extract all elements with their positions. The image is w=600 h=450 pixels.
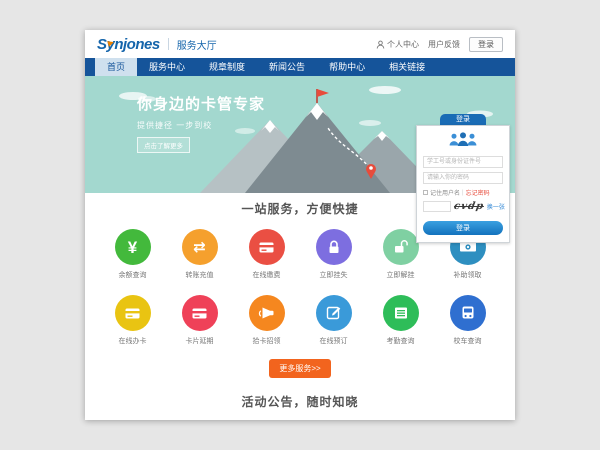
announcements-title: 活动公告，随时知晓 bbox=[85, 393, 515, 410]
service-item-1[interactable]: ⇄ 转账充值 bbox=[166, 229, 233, 280]
service-item-label: 考勤查询 bbox=[367, 336, 434, 346]
service-item-10[interactable]: 考勤查询 bbox=[367, 295, 434, 346]
service-item-11[interactable]: 校车查询 bbox=[434, 295, 501, 346]
service-item-label: 在线预订 bbox=[300, 336, 367, 346]
header-login-button[interactable]: 登录 bbox=[469, 37, 503, 52]
nav-item-0[interactable]: 首页 bbox=[95, 58, 137, 76]
user-feedback-label: 用户反馈 bbox=[428, 39, 460, 50]
service-item-label: 卡片延期 bbox=[166, 336, 233, 346]
hero-banner: 你身边的卡管专家 提供捷径 一步到校 点击了解更多 登录 bbox=[85, 76, 515, 193]
service-item-2[interactable]: 在线缴费 bbox=[233, 229, 300, 280]
lock-icon bbox=[316, 229, 352, 265]
nav: 首页服务中心规章制度新闻公告帮助中心相关链接 bbox=[85, 58, 515, 76]
header-divider bbox=[168, 38, 169, 50]
login-form: 记住用户名 | 忘记密码 cvdp 换一张 登录 bbox=[416, 125, 510, 243]
service-item-8[interactable]: 拾卡招领 bbox=[233, 295, 300, 346]
remember-checkbox[interactable] bbox=[423, 190, 428, 195]
personal-center-label: 个人中心 bbox=[387, 39, 419, 50]
service-item-7[interactable]: 卡片延期 bbox=[166, 295, 233, 346]
logo[interactable]: Synjones bbox=[97, 36, 160, 53]
captcha-row: cvdp 换一张 bbox=[423, 201, 503, 212]
service-item-label: 在线缴费 bbox=[233, 270, 300, 280]
bus-icon bbox=[450, 295, 486, 331]
nav-item-4[interactable]: 帮助中心 bbox=[317, 58, 377, 76]
service-item-label: 余额查询 bbox=[99, 270, 166, 280]
card-icon bbox=[115, 295, 151, 331]
service-item-0[interactable]: ¥ 余额查询 bbox=[99, 229, 166, 280]
hero-subtitle: 提供捷径 一步到校 bbox=[137, 120, 265, 131]
username-input[interactable] bbox=[423, 156, 503, 168]
header: Synjones 服务大厅 个人中心 用户反馈 登录 bbox=[85, 30, 515, 58]
yen-icon: ¥ bbox=[115, 229, 151, 265]
nav-item-5[interactable]: 相关链接 bbox=[377, 58, 437, 76]
logo-text: Synjones bbox=[97, 36, 160, 53]
header-right: 个人中心 用户反馈 登录 bbox=[376, 37, 503, 52]
nav-item-1[interactable]: 服务中心 bbox=[137, 58, 197, 76]
user-feedback-link[interactable]: 用户反馈 bbox=[428, 39, 460, 50]
login-tab[interactable]: 登录 bbox=[440, 114, 486, 125]
login-options-row: 记住用户名 | 忘记密码 bbox=[423, 188, 503, 197]
more-services-button[interactable]: 更多服务>> bbox=[269, 359, 330, 378]
page-canvas: Synjones 服务大厅 个人中心 用户反馈 登录 首页服 bbox=[0, 0, 600, 450]
edit-icon bbox=[316, 295, 352, 331]
captcha-image[interactable]: cvdp bbox=[453, 201, 485, 212]
hero-text: 你身边的卡管专家 提供捷径 一步到校 点击了解更多 bbox=[137, 93, 265, 153]
nav-item-3[interactable]: 新闻公告 bbox=[257, 58, 317, 76]
service-item-label: 在线办卡 bbox=[99, 336, 166, 346]
login-panel: 登录 记住用户名 | 忘记密码 bbox=[416, 114, 510, 243]
page-card: Synjones 服务大厅 个人中心 用户反馈 登录 首页服 bbox=[85, 30, 515, 420]
service-item-label: 立即挂失 bbox=[300, 270, 367, 280]
card-icon bbox=[249, 229, 285, 265]
card-icon bbox=[182, 295, 218, 331]
hero-cta-button[interactable]: 点击了解更多 bbox=[137, 137, 190, 153]
nav-item-2[interactable]: 规章制度 bbox=[197, 58, 257, 76]
hero-title: 你身边的卡管专家 bbox=[137, 93, 265, 114]
service-item-label: 转账充值 bbox=[166, 270, 233, 280]
service-item-6[interactable]: 在线办卡 bbox=[99, 295, 166, 346]
password-input[interactable] bbox=[423, 172, 503, 184]
unlock-icon bbox=[383, 229, 419, 265]
user-icon bbox=[376, 40, 385, 49]
transfer-icon: ⇄ bbox=[182, 229, 218, 265]
site-name: 服务大厅 bbox=[177, 37, 217, 52]
captcha-input[interactable] bbox=[423, 201, 451, 212]
users-icon bbox=[423, 131, 503, 152]
service-item-3[interactable]: 立即挂失 bbox=[300, 229, 367, 280]
forgot-password-link[interactable]: 忘记密码 bbox=[466, 188, 490, 197]
service-item-label: 立即解挂 bbox=[367, 270, 434, 280]
megaphone-icon bbox=[249, 295, 285, 331]
service-item-label: 拾卡招领 bbox=[233, 336, 300, 346]
list-icon bbox=[383, 295, 419, 331]
personal-center-link[interactable]: 个人中心 bbox=[376, 39, 419, 50]
remember-label: 记住用户名 bbox=[430, 188, 460, 197]
login-submit-button[interactable]: 登录 bbox=[423, 221, 503, 235]
service-item-label: 补助领取 bbox=[434, 270, 501, 280]
service-item-9[interactable]: 在线预订 bbox=[300, 295, 367, 346]
options-separator: | bbox=[462, 190, 464, 196]
captcha-refresh-link[interactable]: 换一张 bbox=[487, 202, 505, 211]
service-item-label: 校车查询 bbox=[434, 336, 501, 346]
